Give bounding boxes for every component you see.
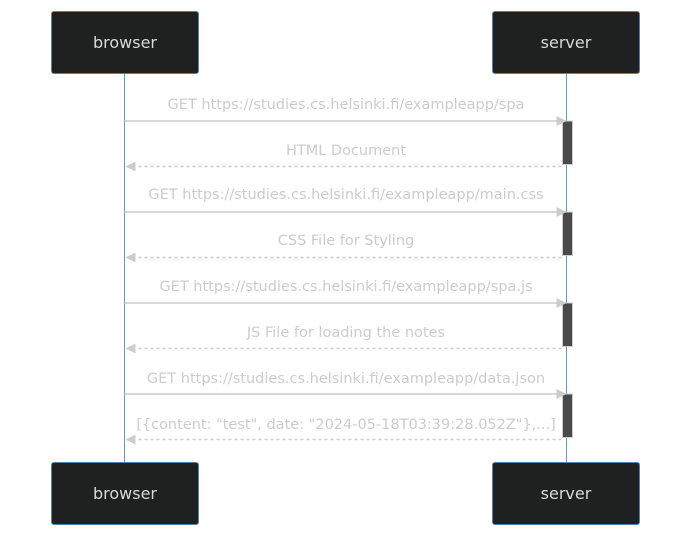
actor-server-bottom: server bbox=[492, 462, 640, 525]
message-label: GET https://studies.cs.helsinki.fi/examp… bbox=[148, 187, 544, 203]
message-label: [{content: "test", date: "2024-05-18T03:… bbox=[136, 417, 556, 433]
message-label: HTML Document bbox=[285, 143, 407, 159]
message-label: GET https://studies.cs.helsinki.fi/examp… bbox=[159, 279, 533, 295]
actor-browser-bottom: browser bbox=[51, 462, 199, 525]
actor-server-top: server bbox=[492, 11, 640, 74]
message-label: GET https://studies.cs.helsinki.fi/examp… bbox=[146, 371, 546, 387]
message-label: JS File for loading the notes bbox=[246, 325, 446, 341]
sequence-diagram-canvas bbox=[124, 73, 573, 463]
actor-browser-top: browser bbox=[51, 11, 199, 74]
actor-label: browser bbox=[92, 484, 157, 503]
actor-label: browser bbox=[92, 33, 157, 52]
actor-label: server bbox=[540, 33, 592, 52]
message-label: CSS File for Styling bbox=[277, 233, 415, 249]
sequence-diagram: browser server GET https://studies.cs.he… bbox=[0, 0, 692, 537]
message-label: GET https://studies.cs.helsinki.fi/examp… bbox=[167, 97, 525, 113]
actor-label: server bbox=[540, 484, 592, 503]
